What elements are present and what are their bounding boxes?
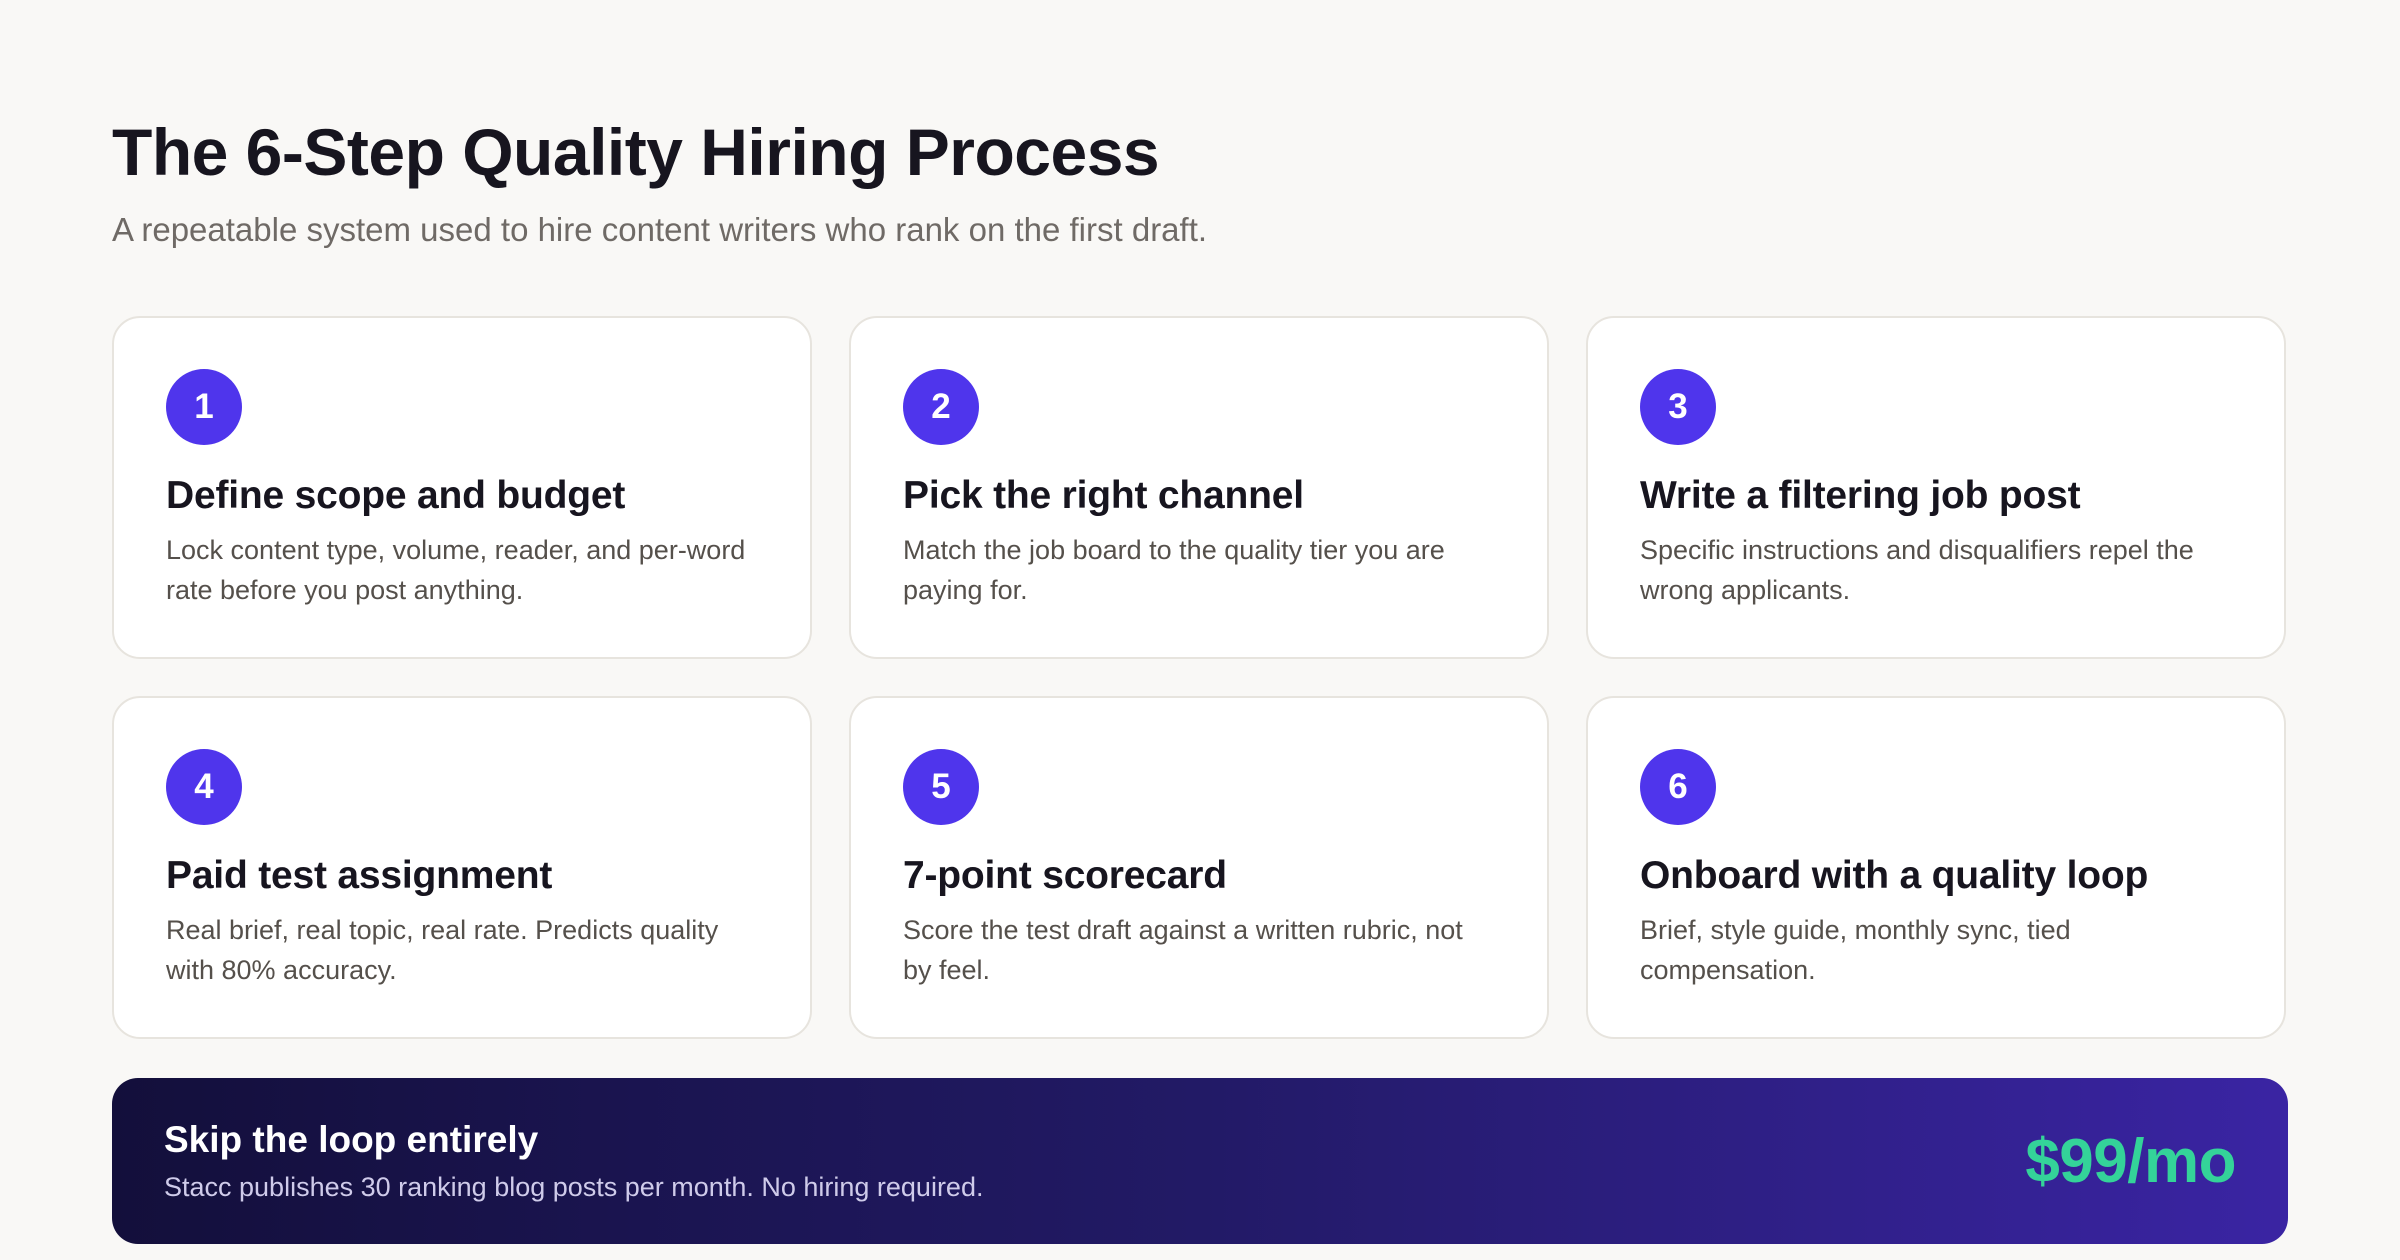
step-number-badge: 1 xyxy=(166,369,242,445)
page-title: The 6-Step Quality Hiring Process xyxy=(112,115,1160,189)
page: The 6-Step Quality Hiring Process A repe… xyxy=(0,0,2400,1260)
step-description: Lock content type, volume, reader, and p… xyxy=(166,535,746,605)
cta-banner[interactable]: Skip the loop entirely Stacc publishes 3… xyxy=(112,1078,2288,1244)
step-card-3: 3 Write a filtering job post Specific in… xyxy=(1586,316,2286,659)
step-number-badge: 2 xyxy=(903,369,979,445)
step-number-badge: 3 xyxy=(1640,369,1716,445)
step-title: Paid test assignment xyxy=(166,854,553,897)
step-card-1: 1 Define scope and budget Lock content t… xyxy=(112,316,812,659)
step-card-5: 5 7-point scorecard Score the test draft… xyxy=(849,696,1549,1039)
step-card-4: 4 Paid test assignment Real brief, real … xyxy=(112,696,812,1039)
cta-title: Skip the loop entirely xyxy=(164,1119,539,1160)
steps-grid: 1 Define scope and budget Lock content t… xyxy=(112,316,2288,1039)
step-number-badge: 6 xyxy=(1640,749,1716,825)
step-description: Match the job board to the quality tier … xyxy=(903,535,1445,605)
step-title: Write a filtering job post xyxy=(1640,474,2081,517)
step-number-badge: 5 xyxy=(903,749,979,825)
step-description: Score the test draft against a written r… xyxy=(903,915,1463,985)
step-card-6: 6 Onboard with a quality loop Brief, sty… xyxy=(1586,696,2286,1039)
step-description: Real brief, real topic, real rate. Predi… xyxy=(166,915,719,985)
step-title: 7-point scorecard xyxy=(903,854,1227,897)
step-title: Define scope and budget xyxy=(166,474,626,517)
step-description: Brief, style guide, monthly sync, tied c… xyxy=(1640,915,2071,985)
step-card-2: 2 Pick the right channel Match the job b… xyxy=(849,316,1549,659)
step-description: Specific instructions and disqualifiers … xyxy=(1640,535,2194,605)
cta-price: $99/mo xyxy=(2025,1126,2236,1196)
cta-text: Skip the loop entirely Stacc publishes 3… xyxy=(164,1116,983,1206)
step-title: Onboard with a quality loop xyxy=(1640,854,2149,897)
page-subtitle: A repeatable system used to hire content… xyxy=(112,211,1208,248)
cta-subtitle: Stacc publishes 30 ranking blog posts pe… xyxy=(164,1172,984,1202)
step-number-badge: 4 xyxy=(166,749,242,825)
step-title: Pick the right channel xyxy=(903,474,1304,517)
